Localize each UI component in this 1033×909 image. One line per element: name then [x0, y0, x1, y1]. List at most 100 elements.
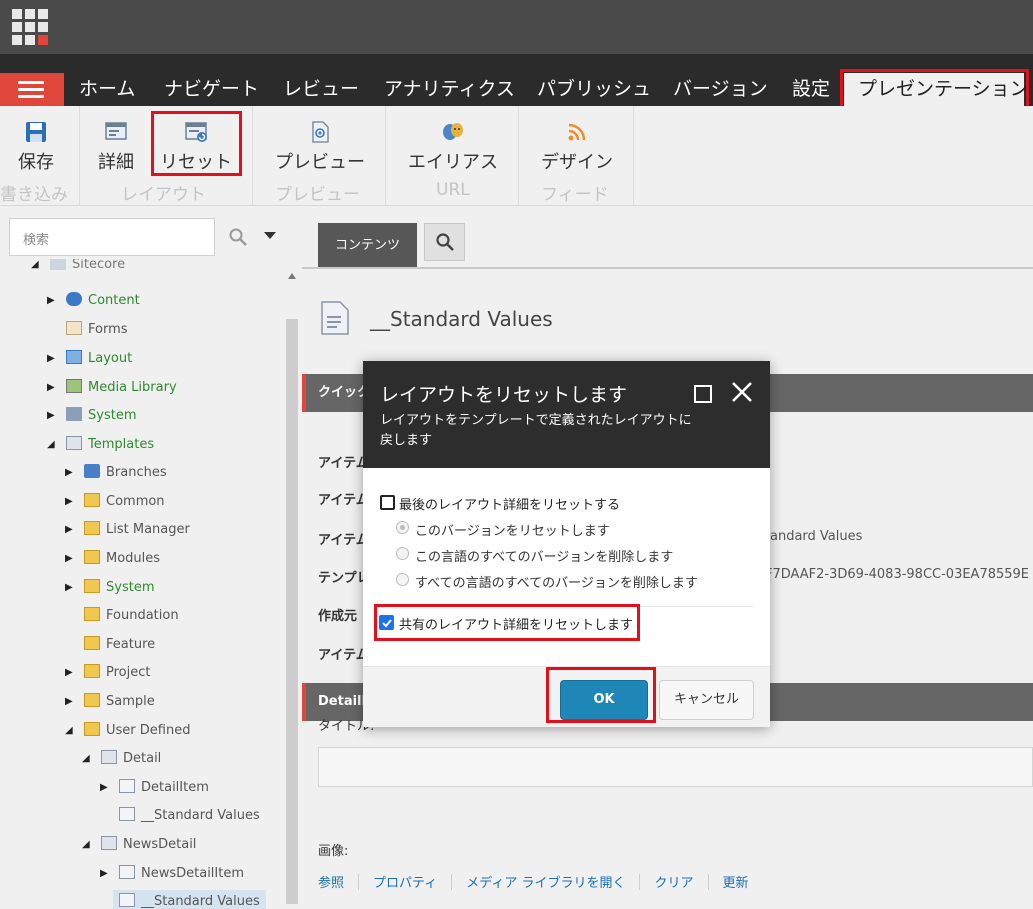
save-button[interactable]: 保存: [18, 120, 54, 174]
content-tree-panel: 検索 ◢ Sitecore ▶ Content Forms ▶ Layout ▶…: [0, 207, 300, 909]
ribbon-group-url: URL: [436, 180, 470, 200]
ok-button[interactable]: OK: [560, 680, 648, 720]
tree-item-system[interactable]: ▶ System: [47, 404, 136, 428]
dialog-body: 最後のレイアウト詳細をリセットする このバージョンをリセットします この言語のす…: [363, 468, 770, 666]
tab-publish[interactable]: パブリッシュ: [537, 73, 651, 106]
expand-arrow-icon[interactable]: ▶: [47, 376, 55, 400]
ribbon-group-write: 書き込み: [0, 185, 68, 205]
link-divider: [707, 874, 709, 890]
browse-link[interactable]: 参照: [318, 876, 344, 891]
radio-delete-language-versions[interactable]: [396, 547, 409, 560]
tree-scrollbar[interactable]: [284, 259, 300, 909]
radio-delete-all-versions[interactable]: [396, 573, 409, 586]
tree-item-templates[interactable]: ◢ Templates: [47, 433, 154, 457]
radio-reset-this-version[interactable]: [396, 521, 409, 534]
collapse-arrow-icon[interactable]: ◢: [82, 747, 90, 771]
tree-item-templates-system[interactable]: ▶ System: [65, 576, 154, 600]
tree-item-user-defined[interactable]: ◢ User Defined: [65, 719, 190, 743]
tree-item-modules[interactable]: ▶ Modules: [65, 547, 160, 571]
link-divider: [639, 874, 641, 890]
expand-arrow-icon[interactable]: ▶: [65, 490, 73, 514]
ribbon-separator: [79, 106, 80, 206]
tree-search-input[interactable]: 検索: [9, 218, 215, 256]
expand-arrow-icon[interactable]: ▶: [65, 461, 73, 485]
aliases-button[interactable]: エイリアス: [408, 120, 498, 174]
app-grid-icon[interactable]: [12, 9, 48, 45]
tree-item-branches[interactable]: ▶ Branches: [65, 461, 167, 485]
tree-item-feature[interactable]: Feature: [84, 633, 155, 657]
expand-arrow-icon[interactable]: ▶: [100, 862, 108, 886]
tree-item-content[interactable]: ▶ Content: [47, 289, 140, 313]
expand-arrow-icon[interactable]: ▶: [65, 518, 73, 542]
tree-item-forms[interactable]: Forms: [66, 318, 128, 342]
tree-item-common[interactable]: ▶ Common: [65, 490, 165, 514]
folder-icon: [84, 664, 100, 678]
collapse-arrow-icon[interactable]: ◢: [65, 719, 73, 743]
close-icon[interactable]: [729, 379, 755, 405]
radio-delete-language-versions-label: この言語のすべてのバージョンを削除します: [415, 550, 674, 565]
tree-item-newsdetailitem[interactable]: ▶ NewsDetailItem: [100, 862, 244, 886]
maximize-icon[interactable]: [694, 385, 712, 403]
ribbon-separator: [518, 106, 519, 206]
tree-item-detailitem[interactable]: ▶ DetailItem: [100, 776, 209, 800]
open-media-library-link[interactable]: メディア ライブラリを開く: [466, 876, 625, 891]
search-icon[interactable]: [228, 227, 248, 247]
tree-item-layout[interactable]: ▶ Layout: [47, 347, 132, 371]
expand-arrow-icon[interactable]: ▶: [47, 347, 55, 371]
tab-configure[interactable]: 設定: [792, 73, 830, 106]
preview-icon: [312, 121, 329, 143]
reset-button[interactable]: リセット: [160, 120, 232, 174]
tab-content[interactable]: コンテンツ: [318, 223, 417, 268]
tree-item-project[interactable]: ▶ Project: [65, 661, 150, 685]
reset-final-layout-checkbox[interactable]: [380, 495, 395, 510]
refresh-link[interactable]: 更新: [723, 876, 749, 891]
document-icon: [321, 301, 349, 335]
field-label: アイテム: [318, 648, 369, 663]
preview-button[interactable]: プレビュー: [275, 120, 365, 174]
template-section-icon: [119, 779, 135, 793]
hamburger-menu-button[interactable]: [0, 73, 64, 106]
tab-navigate[interactable]: ナビゲート: [164, 73, 259, 106]
collapse-arrow-icon[interactable]: ◢: [47, 433, 55, 457]
ribbon-group-preview: プレビュー: [275, 185, 360, 205]
tree-item-detail[interactable]: ◢ Detail: [82, 747, 161, 771]
tree-item-standard-values-selected[interactable]: __Standard Values: [113, 890, 266, 909]
expand-arrow-icon[interactable]: ▶: [47, 404, 55, 428]
collapse-arrow-icon[interactable]: ◢: [31, 259, 39, 277]
tree-item-sample[interactable]: ▶ Sample: [65, 690, 155, 714]
expand-arrow-icon[interactable]: ▶: [65, 661, 73, 685]
tree-item-foundation[interactable]: Foundation: [84, 604, 179, 628]
tab-analytics[interactable]: アナリティクス: [384, 73, 515, 106]
folder-icon: [84, 493, 100, 507]
radio-delete-all-versions-label: すべての言語のすべてのバージョンを削除します: [415, 576, 698, 591]
design-button[interactable]: デザイン: [541, 120, 613, 174]
tree-item-list-manager[interactable]: ▶ List Manager: [65, 518, 190, 542]
reset-shared-layout-checkbox[interactable]: [379, 615, 394, 630]
clear-link[interactable]: クリア: [654, 876, 693, 891]
tab-versions[interactable]: バージョン: [673, 73, 768, 106]
details-button[interactable]: 詳細: [98, 120, 134, 174]
cancel-button[interactable]: キャンセル: [659, 680, 754, 720]
tab-presentation[interactable]: プレゼンテーション: [844, 73, 1029, 106]
tree-item-newsdetail[interactable]: ◢ NewsDetail: [82, 833, 196, 857]
folder-icon: [84, 607, 100, 621]
expand-arrow-icon[interactable]: ▶: [65, 690, 73, 714]
title-field-input[interactable]: [318, 747, 1033, 787]
expand-arrow-icon[interactable]: ▶: [47, 289, 55, 313]
folder-icon: [84, 550, 100, 564]
template-icon: [101, 750, 117, 764]
expand-arrow-icon[interactable]: ▶: [65, 547, 73, 571]
scrollbar-thumb[interactable]: [286, 319, 298, 904]
tree-item-sitecore[interactable]: ◢ Sitecore: [31, 259, 125, 277]
tree-item-standard-values[interactable]: __Standard Values: [119, 804, 260, 828]
expand-arrow-icon[interactable]: ▶: [100, 776, 108, 800]
tab-home[interactable]: ホーム: [79, 73, 135, 106]
tree-item-media-library[interactable]: ▶ Media Library: [47, 376, 177, 400]
properties-link[interactable]: プロパティ: [373, 876, 437, 891]
chevron-down-icon[interactable]: [264, 232, 276, 240]
content-search-button[interactable]: [424, 223, 465, 261]
scroll-up-icon[interactable]: [288, 273, 296, 279]
collapse-arrow-icon[interactable]: ◢: [82, 833, 90, 857]
expand-arrow-icon[interactable]: ▶: [65, 576, 73, 600]
tab-review[interactable]: レビュー: [283, 73, 359, 106]
